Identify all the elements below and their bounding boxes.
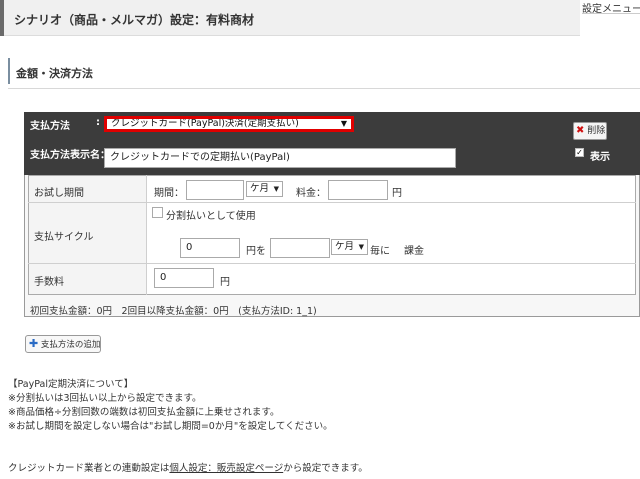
installment-checkbox[interactable] <box>152 207 163 218</box>
cycle-amount-suffix: 円を <box>246 246 266 257</box>
note-line: ※お試し期間を設定しない場合は"お試し期間=0か月"を設定してください。 <box>8 421 333 432</box>
add-payment-method-button[interactable]: ✚ 支払方法の追加 <box>25 335 101 353</box>
cycle-interval-input[interactable] <box>270 238 330 258</box>
settings-menu-link[interactable]: 設定メニュー <box>582 0 640 14</box>
trial-fee-currency: 円 <box>392 188 402 199</box>
delete-button[interactable]: ✖ 削除 <box>573 122 607 140</box>
row-divider <box>28 202 636 203</box>
cycle-unit-value: ケ月 <box>335 241 355 252</box>
note-line: ※分割払いは3回払い以上から設定できます。 <box>8 393 202 404</box>
installment-label: 分割払いとして使用 <box>166 211 256 222</box>
trial-fee-label: 料金： <box>296 188 326 199</box>
show-label: 表示 <box>590 152 610 163</box>
footer-prefix: クレジットカード業者との連動設定は <box>8 463 170 474</box>
row-divider <box>28 263 636 264</box>
fee-currency: 円 <box>220 277 230 288</box>
sales-settings-link[interactable]: 個人設定：販売設定ページ <box>169 463 283 474</box>
trial-period-input[interactable] <box>186 180 244 200</box>
dropdown-arrow-icon: ▼ <box>358 243 364 251</box>
dropdown-arrow-icon: ▼ <box>273 185 279 193</box>
column-divider <box>146 175 147 295</box>
show-checkbox[interactable]: ✓ <box>575 148 584 157</box>
fee-input[interactable]: 0 <box>154 268 214 288</box>
page: シナリオ（商品・メルマガ）設定：有料商材 設定メニュー 金額・決済方法 支払方法… <box>0 0 640 479</box>
page-title: シナリオ（商品・メルマガ）設定：有料商材 <box>14 13 255 27</box>
payment-summary: 初回支払金額：0円 2回目以降支払金額：0円 (支払方法ID: 1_1) <box>30 306 317 317</box>
header-accent <box>0 0 4 36</box>
add-payment-method-label: 支払方法の追加 <box>40 340 101 350</box>
cycle-every-label: 毎に <box>370 246 390 257</box>
delete-icon: ✖ <box>576 125 585 136</box>
section-divider <box>8 88 640 89</box>
cycle-unit-select[interactable]: ケ月 ▼ <box>331 239 368 255</box>
payment-cycle-label: 支払サイクル <box>34 232 94 243</box>
payment-method-label: 支払方法 <box>30 121 70 132</box>
trial-unit-select[interactable]: ケ月 ▼ <box>246 181 283 197</box>
payment-method-select-value: クレジットカード(PayPal)決済(定期支払い) <box>111 118 299 129</box>
display-name-input[interactable]: クレジットカードでの定期払い(PayPal) <box>104 148 456 168</box>
note-line: ※商品価格÷分割回数の端数は初回支払金額に上乗せされます。 <box>8 407 280 418</box>
section-title: 金額・決済方法 <box>16 67 93 80</box>
trial-fee-input[interactable] <box>328 180 388 200</box>
footer-text: クレジットカード業者との連動設定は個人設定：販売設定ページから設定できます。 <box>8 460 368 474</box>
payment-method-colon: : <box>96 117 100 128</box>
plus-icon: ✚ <box>29 337 39 350</box>
trial-unit-value: ケ月 <box>250 183 270 194</box>
payment-method-select[interactable]: クレジットカード(PayPal)決済(定期支払い) ▼ <box>104 116 354 132</box>
period-label: 期間： <box>154 188 184 199</box>
section-accent <box>8 58 10 84</box>
note-line: 【PayPal定期決済について】 <box>8 379 134 390</box>
display-name-label: 支払方法表示名： <box>30 150 110 161</box>
dropdown-arrow-icon: ▼ <box>340 119 347 128</box>
cycle-charge-label: 課金 <box>404 246 424 257</box>
delete-button-label: 削除 <box>587 126 606 136</box>
footer-suffix: から設定できます。 <box>283 463 368 474</box>
trial-period-label: お試し期間 <box>34 188 84 199</box>
cycle-amount-input[interactable]: 0 <box>180 238 240 258</box>
fee-label: 手数料 <box>34 277 64 288</box>
